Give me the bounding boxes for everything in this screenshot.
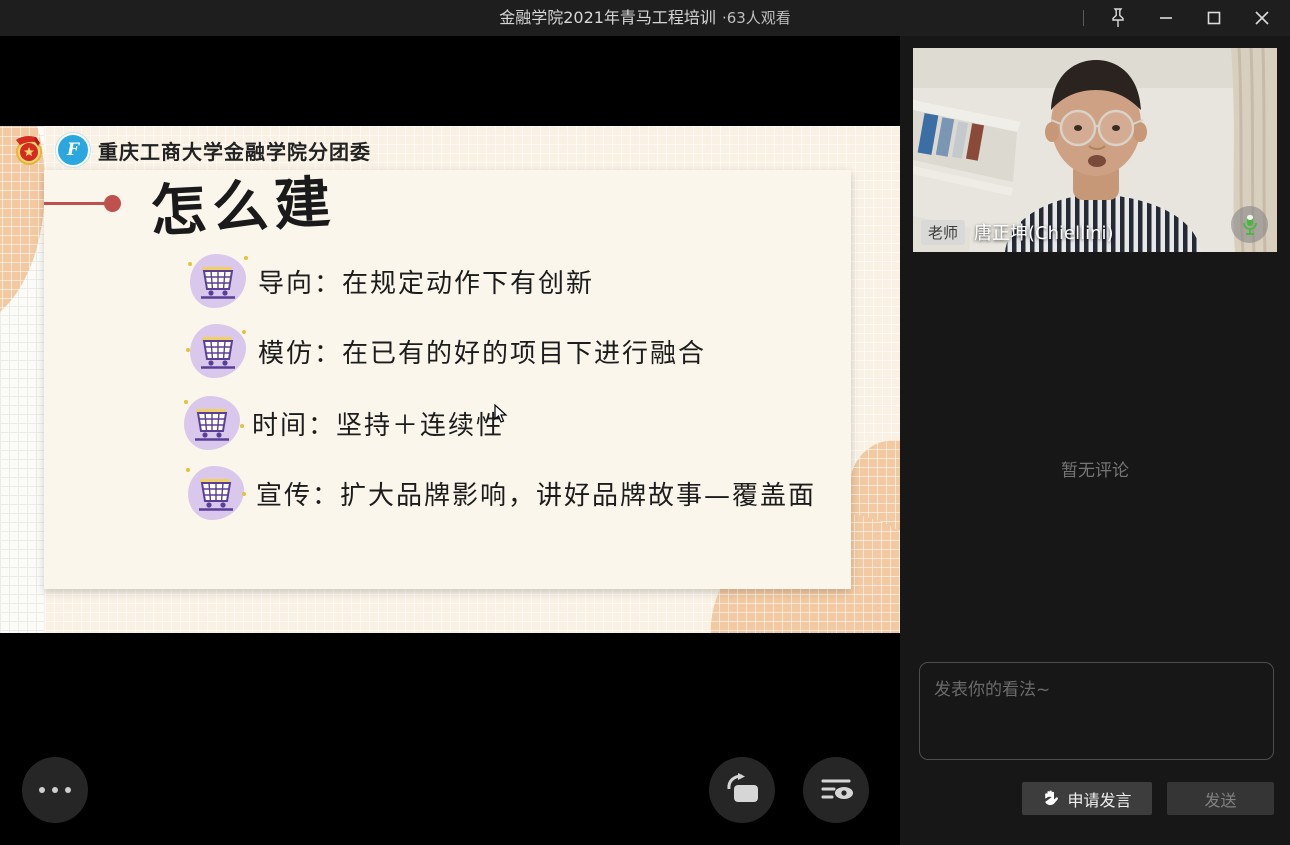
bullet-row: 时间：坚持＋连续性	[180, 394, 504, 452]
comment-toggle-button[interactable]	[803, 757, 869, 823]
send-label: 发送	[1204, 787, 1236, 811]
bullet-text: 时间：坚持＋连续性	[252, 405, 504, 442]
comment-visibility-icon	[817, 773, 855, 807]
rotate-screen-icon	[723, 772, 761, 808]
teacher-video[interactable]: 老师 唐正坤(Chiellini)	[913, 48, 1277, 252]
pin-button[interactable]	[1094, 0, 1142, 36]
org-name: 重庆工商大学金融学院分团委	[98, 136, 371, 165]
pin-icon	[1108, 7, 1128, 29]
send-button[interactable]: 发送	[1167, 782, 1274, 815]
presentation-stage: F 重庆工商大学金融学院分团委 怎么建	[0, 36, 900, 845]
youth-league-badge-icon	[10, 134, 48, 166]
shopping-cart-icon	[186, 322, 250, 380]
bullet-text: 导向：在规定动作下有创新	[258, 263, 594, 300]
minimize-icon	[1158, 10, 1174, 26]
empty-comments-text: 暂无评论	[900, 456, 1290, 481]
live-class-window: 金融学院2021年青马工程培训 ·63人观看	[0, 0, 1290, 845]
title-decor-dot	[104, 195, 121, 212]
slide-header: F 重庆工商大学金融学院分团委	[10, 132, 371, 168]
close-button[interactable]	[1238, 0, 1286, 36]
course-title: 金融学院2021年青马工程培训	[499, 8, 716, 27]
raise-hand-icon	[1042, 790, 1059, 808]
bullet-row: 模仿：在已有的好的项目下进行融合	[186, 322, 706, 380]
microphone-status[interactable]	[1231, 206, 1268, 243]
bullet-text: 模仿：在已有的好的项目下进行融合	[258, 333, 706, 370]
title-decor-line	[44, 202, 106, 205]
slide: F 重庆工商大学金融学院分团委 怎么建	[0, 126, 900, 633]
controls-divider	[1083, 10, 1084, 26]
bullet-row: 宣传：扩大品牌影响，讲好品牌故事—覆盖面	[184, 464, 816, 522]
request-speak-label: 申请发言	[1067, 787, 1131, 811]
college-logo-icon: F	[56, 133, 90, 167]
maximize-button[interactable]	[1190, 0, 1238, 36]
shopping-cart-icon	[180, 394, 244, 452]
minimize-button[interactable]	[1142, 0, 1190, 36]
window-controls	[1083, 0, 1286, 36]
bullet-text: 宣传：扩大品牌影响，讲好品牌故事—覆盖面	[256, 475, 816, 512]
rotate-screen-button[interactable]	[709, 757, 775, 823]
shopping-cart-icon	[186, 252, 250, 310]
close-icon	[1254, 10, 1270, 26]
bullet-row: 导向：在规定动作下有创新	[186, 252, 594, 310]
slide-title: 怎么建	[148, 157, 338, 248]
role-badge: 老师	[921, 220, 965, 245]
microphone-icon	[1241, 214, 1259, 236]
titlebar: 金融学院2021年青马工程培训 ·63人观看	[0, 0, 1290, 36]
interaction-sidebar: 老师 唐正坤(Chiellini) 暂无评论 申请发言	[900, 36, 1290, 845]
video-name-bar: 老师 唐正坤(Chiellini)	[921, 219, 1114, 245]
composer-buttons: 申请发言 发送	[900, 782, 1290, 815]
viewer-count: ·63人观看	[722, 9, 791, 27]
mouse-cursor	[494, 404, 508, 424]
maximize-icon	[1206, 10, 1222, 26]
shopping-cart-icon	[184, 464, 248, 522]
teacher-name: 唐正坤(Chiellini)	[974, 219, 1114, 245]
more-options-icon	[39, 787, 71, 793]
request-speak-button[interactable]: 申请发言	[1022, 782, 1152, 815]
comment-input[interactable]	[919, 662, 1274, 760]
more-options-button[interactable]	[22, 757, 88, 823]
